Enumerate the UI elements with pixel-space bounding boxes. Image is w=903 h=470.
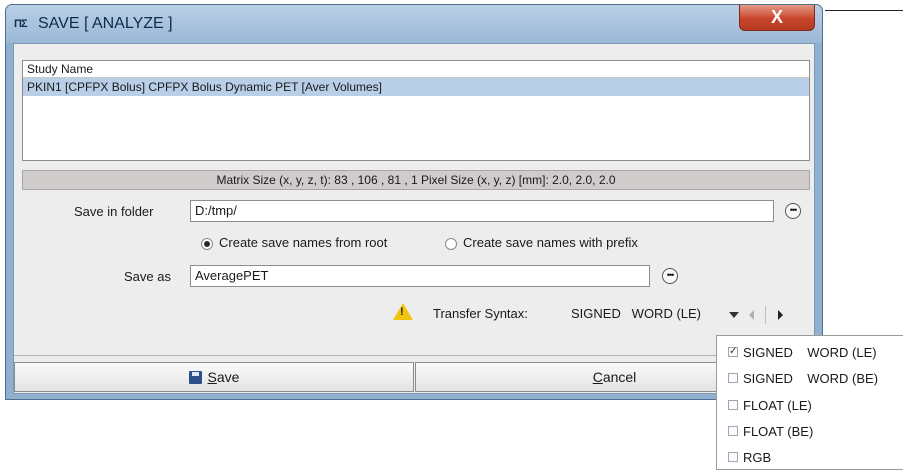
matrix-info-bar: Matrix Size (x, y, z, t): 83 , 106 , 81 … <box>22 170 810 190</box>
checkbox-icon <box>728 373 738 383</box>
dropdown-item-signed-word-le[interactable]: ✓ SIGNED WORD (LE) <box>717 340 903 365</box>
save-folder-label: Save in folder <box>74 204 154 219</box>
names-with-prefix-label[interactable]: Create save names with prefix <box>463 235 638 250</box>
radio-names-with-prefix[interactable] <box>445 238 457 250</box>
previous-arrow-icon[interactable] <box>749 310 754 320</box>
dropdown-item-float-le[interactable]: FLOAT (LE) <box>717 393 903 418</box>
study-name-column-header[interactable]: Study Name <box>23 61 809 78</box>
checkbox-checked-icon: ✓ <box>728 346 738 357</box>
save-dialog: ΠΣ SAVE [ ANALYZE ] X Study Name PKIN1 [… <box>5 4 823 400</box>
pmod-app-icon: ΠΣ <box>14 18 28 30</box>
checkbox-icon <box>728 426 738 436</box>
cancel-mnemonic: C <box>592 369 603 385</box>
save-mnemonic: S <box>207 369 217 385</box>
save-folder-field[interactable]: D:/tmp/ <box>190 200 774 222</box>
dropdown-arrow-icon[interactable] <box>729 312 739 318</box>
warning-icon: ! <box>393 303 413 320</box>
next-arrow-icon[interactable] <box>778 310 783 320</box>
study-list[interactable]: Study Name PKIN1 [CPFPX Bolus] CPFPX Bol… <box>22 60 810 161</box>
cancel-label-rest: ancel <box>602 369 637 385</box>
dropdown-item-rgb[interactable]: RGB <box>717 445 903 470</box>
save-as-label: Save as <box>124 269 171 284</box>
save-button[interactable]: Save <box>14 362 414 392</box>
checkbox-icon <box>728 452 738 462</box>
checkbox-icon <box>728 400 738 410</box>
radio-names-from-root[interactable] <box>201 238 213 250</box>
transfer-syntax-value[interactable]: SIGNED WORD (LE) <box>571 306 701 321</box>
names-from-root-label[interactable]: Create save names from root <box>219 235 387 250</box>
window-title: SAVE [ ANALYZE ] <box>38 15 173 32</box>
browse-name-icon[interactable]: ••• <box>662 268 678 284</box>
button-bar: Save Cancel <box>14 355 814 394</box>
transfer-syntax-dropdown: ✓ SIGNED WORD (LE) SIGNED WORD (BE) FLOA… <box>716 335 903 470</box>
browse-folder-icon[interactable]: ••• <box>785 203 801 219</box>
arrow-divider <box>765 306 766 324</box>
study-row[interactable]: PKIN1 [CPFPX Bolus] CPFPX Bolus Dynamic … <box>23 78 809 96</box>
dropdown-item-signed-word-be[interactable]: SIGNED WORD (BE) <box>717 366 903 391</box>
dialog-body: Study Name PKIN1 [CPFPX Bolus] CPFPX Bol… <box>13 43 815 394</box>
dropdown-item-float-be[interactable]: FLOAT (BE) <box>717 419 903 444</box>
save-as-field[interactable]: AveragePET <box>190 265 650 287</box>
close-icon[interactable]: X <box>739 5 815 31</box>
title-bar[interactable]: ΠΣ SAVE [ ANALYZE ] X <box>6 5 822 43</box>
save-disk-icon <box>188 371 202 384</box>
save-label-rest: ave <box>216 369 240 385</box>
background-line <box>825 10 903 11</box>
transfer-syntax-label: Transfer Syntax: <box>433 306 528 321</box>
